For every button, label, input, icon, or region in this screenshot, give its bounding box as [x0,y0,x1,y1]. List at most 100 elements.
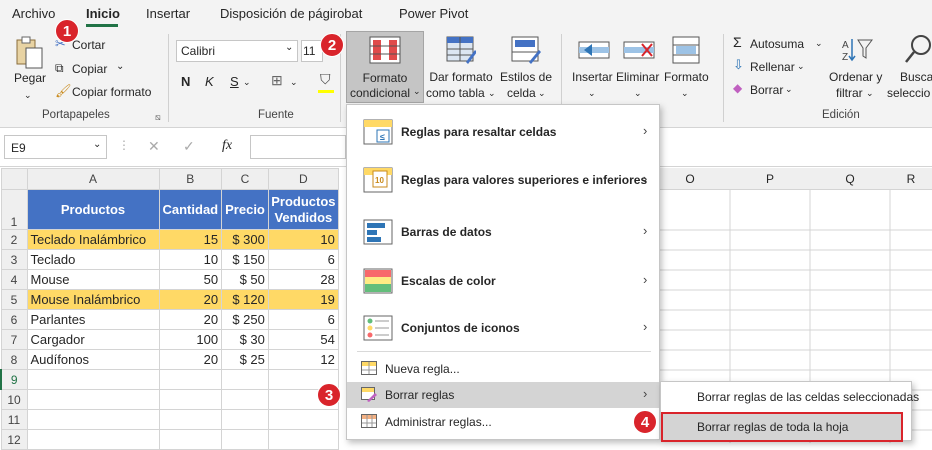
cell-styles-label-2[interactable]: celda [507,86,536,100]
table-cell[interactable]: Teclado [26,249,160,270]
table-cell[interactable]: Cargador [26,329,160,350]
table-cell[interactable]: $ 50 [221,269,269,290]
row-header[interactable]: 4 [0,269,28,290]
empty-cell[interactable] [26,389,160,410]
format-as-table-chevron-icon[interactable]: ⌄ [488,86,496,100]
header-cell[interactable]: Cantidad [158,189,223,230]
delete-cells-icon[interactable] [623,38,655,65]
empty-cell[interactable] [221,389,269,410]
bold-button[interactable]: N [181,75,190,89]
empty-cell[interactable] [158,429,223,450]
clear-chevron-icon[interactable]: ⌄ [785,82,793,96]
row-header[interactable]: 5 [0,289,28,310]
delete-cells-button[interactable]: Eliminar [616,70,659,84]
empty-cell[interactable] [158,369,223,390]
borders-icon[interactable]: ⊞ [271,73,283,87]
column-header[interactable]: R [890,172,932,186]
empty-cell[interactable] [26,369,160,390]
table-cell[interactable]: 19 [267,289,339,310]
autosum-chevron-icon[interactable]: ⌄ [815,36,823,50]
header-cell[interactable]: Productos [26,189,160,230]
copy-button[interactable]: Copiar [72,62,107,76]
cell-styles-icon[interactable] [511,36,541,69]
table-cell[interactable]: Mouse Inalámbrico [26,289,160,310]
borders-chevron-icon[interactable]: ⌄ [290,75,298,89]
format-cells-icon[interactable] [672,36,700,67]
font-name-box[interactable]: Calibri ⌄ [176,40,298,62]
table-cell[interactable]: $ 120 [221,289,269,310]
row-header[interactable]: 2 [0,229,28,250]
table-cell[interactable]: 50 [158,269,223,290]
clear-selected-cells-rules[interactable]: Borrar reglas de las celdas seleccionada… [697,390,919,404]
table-cell[interactable]: $ 30 [221,329,269,350]
row-header[interactable]: 7 [0,329,28,350]
row-header[interactable]: 8 [0,349,28,370]
tab-insertar[interactable]: Insertar [146,6,190,21]
column-header[interactable]: A [26,168,160,190]
table-cell[interactable]: $ 250 [221,309,269,330]
row-header[interactable]: 11 [0,409,28,430]
cancel-entry-icon[interactable]: ✕ [148,138,160,155]
empty-cell[interactable] [267,409,339,430]
row-header[interactable]: 1 [0,189,28,230]
table-cell[interactable]: 10 [267,229,339,250]
header-cell[interactable]: Precio [221,189,269,230]
table-cell[interactable]: 6 [267,309,339,330]
row-header[interactable]: 3 [0,249,28,270]
row-header-active[interactable]: 9 [0,369,28,390]
table-cell[interactable]: $ 25 [221,349,269,370]
empty-cell[interactable] [221,409,269,430]
format-cells-button[interactable]: Formato [664,70,709,84]
table-cell[interactable]: Mouse [26,269,160,290]
empty-cell[interactable] [221,369,269,390]
column-header[interactable]: Q [810,172,890,186]
table-cell[interactable]: 12 [267,349,339,370]
table-cell[interactable]: 15 [158,229,223,250]
empty-cell[interactable] [221,429,269,450]
column-header[interactable]: D [267,168,339,190]
empty-cell[interactable] [26,409,160,430]
insert-chevron-icon[interactable]: ⌄ [588,86,596,100]
table-cell[interactable]: $ 300 [221,229,269,250]
empty-cell[interactable] [26,429,160,450]
fill-chevron-icon[interactable]: ⌄ [797,59,805,73]
italic-button[interactable]: K [205,75,214,89]
empty-cell[interactable] [267,429,339,450]
table-cell[interactable]: 6 [267,249,339,270]
insert-function-button[interactable]: fx [222,138,232,154]
format-as-table-label-1[interactable]: Dar formato [426,70,496,84]
menu-item-top-bottom-rules[interactable]: 10 Reglas para valores superiores e infe… [347,165,659,195]
table-cell[interactable]: 28 [267,269,339,290]
underline-chevron-icon[interactable]: ⌄ [243,75,251,89]
insert-cells-icon[interactable] [578,38,610,65]
table-cell[interactable]: 20 [158,349,223,370]
confirm-entry-icon[interactable]: ✓ [183,138,195,155]
empty-cell[interactable] [158,409,223,430]
format-chevron-icon[interactable]: ⌄ [681,86,689,100]
sort-filter-label-1[interactable]: Ordenar y [829,70,882,84]
table-cell[interactable]: Teclado Inalámbrico [26,229,160,250]
menu-item-color-scales[interactable]: Escalas de color › [347,266,659,296]
menu-item-data-bars[interactable]: Barras de datos › [347,217,659,247]
paste-chevron-icon[interactable]: ⌄ [24,88,32,102]
column-header[interactable]: O [650,172,730,186]
column-header[interactable]: B [158,168,223,190]
name-box-chevron-icon[interactable]: ⌄ [93,139,101,150]
sort-filter-icon[interactable]: AZ [840,36,874,67]
tab-power-pivot[interactable]: Power Pivot [399,6,468,21]
tab-inicio[interactable]: Inicio [86,6,120,21]
format-as-table-icon[interactable] [446,36,477,69]
cell-styles-label-1[interactable]: Estilos de [500,70,552,84]
cut-button[interactable]: Cortar [72,38,105,52]
dialog-launcher-icon[interactable]: ⧅ [155,110,161,124]
table-cell[interactable]: Parlantes [26,309,160,330]
row-header[interactable]: 10 [0,389,28,410]
tab-archivo[interactable]: Archivo [12,6,55,21]
table-cell[interactable]: 20 [158,289,223,310]
name-box[interactable]: E9 ⌄ [4,135,107,159]
table-cell[interactable]: 100 [158,329,223,350]
table-cell[interactable]: Audífonos [26,349,160,370]
search-icon[interactable] [904,33,932,68]
column-header[interactable]: C [221,168,269,190]
paste-icon[interactable] [14,36,44,73]
